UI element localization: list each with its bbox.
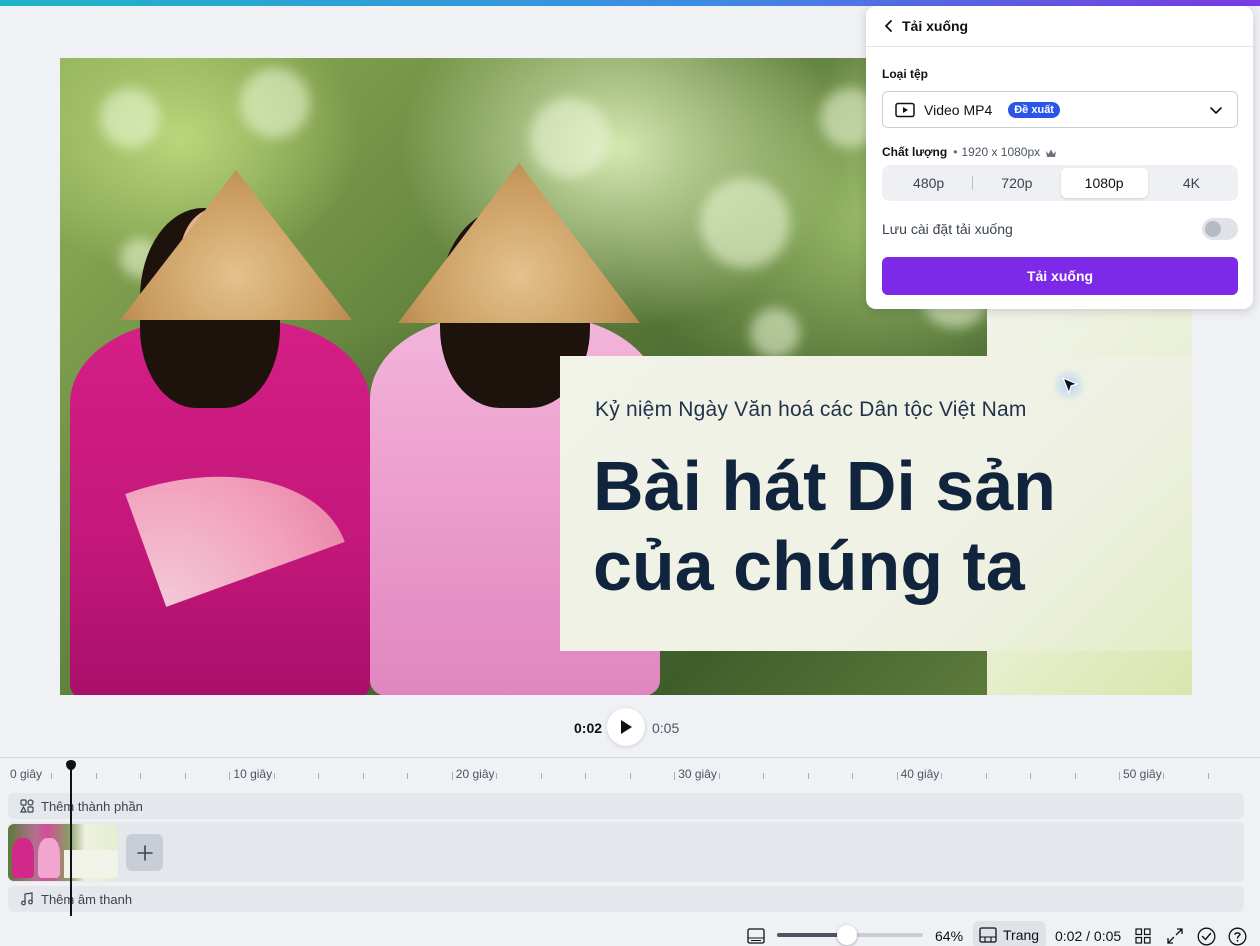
page-layout-icon — [979, 927, 997, 943]
recommended-badge: Đề xuất — [1008, 101, 1060, 118]
zoom-slider[interactable] — [777, 925, 923, 945]
timeline-divider — [0, 757, 1260, 758]
design-title-line-2: của chúng ta — [593, 527, 1025, 605]
mouse-cursor-icon — [1061, 376, 1079, 396]
file-type-value: Video MP4 — [924, 101, 993, 118]
download-panel-header: Tải xuống — [866, 6, 1253, 47]
ruler-minor-tick — [540, 773, 542, 779]
ruler-minor-tick — [985, 773, 987, 779]
grid-view-icon[interactable] — [1133, 926, 1153, 946]
fullscreen-icon[interactable] — [1165, 926, 1185, 946]
ruler-label: 30 giây — [678, 767, 717, 781]
quality-separator: • — [953, 145, 958, 159]
ruler-minor-tick — [140, 773, 142, 779]
add-element-label: Thêm thành phần — [41, 798, 143, 814]
ruler-minor-tick — [941, 773, 943, 779]
save-settings-toggle[interactable] — [1202, 218, 1238, 240]
ruler-major-tick — [896, 772, 898, 780]
quality-header: Chất lượng • 1920 x 1080px — [882, 145, 1057, 159]
add-audio-track[interactable]: Thêm âm thanh — [8, 886, 1244, 912]
ruler-minor-tick — [585, 773, 587, 779]
ruler-minor-tick — [807, 773, 809, 779]
ruler-minor-tick — [273, 773, 275, 779]
add-clip-button[interactable] — [126, 834, 163, 871]
text-card-top-extension — [987, 308, 1192, 356]
time-readout: 0:02 / 0:05 — [1055, 928, 1122, 944]
design-title[interactable]: Bài hát Di sản của chúng ta — [593, 446, 1153, 606]
play-button[interactable] — [607, 708, 645, 746]
ruler-minor-tick — [1074, 773, 1076, 779]
ruler-label: 0 giây — [10, 767, 43, 781]
ruler-major-tick — [451, 772, 453, 780]
video-icon — [895, 102, 915, 118]
page-view-button[interactable]: Trang — [973, 921, 1046, 946]
zoom-slider-handle[interactable] — [837, 925, 858, 945]
save-settings-label: Lưu cài đặt tải xuống — [882, 221, 1013, 237]
ruler-minor-tick — [184, 773, 186, 779]
toggle-knob — [1205, 221, 1221, 237]
design-title-line-1: Bài hát Di sản — [593, 447, 1056, 525]
crown-icon — [1045, 147, 1057, 157]
play-icon — [621, 720, 632, 734]
ruler-minor-tick — [852, 773, 854, 779]
playhead[interactable] — [70, 766, 72, 916]
help-icon[interactable] — [1227, 926, 1247, 946]
quality-segmented-control: 480p 720p 1080p 4K — [882, 165, 1238, 201]
timeline-ruler[interactable]: 0 giây 10 giây 20 giây 30 giây 40 giây 50 giâ… — [0, 762, 1260, 786]
ruler-label: 40 giây — [900, 767, 940, 781]
file-type-dropdown[interactable]: Video MP4 Đề xuất — [882, 91, 1238, 128]
video-clip-track — [8, 822, 1244, 882]
ruler-minor-tick — [1163, 773, 1165, 779]
notes-panel-icon[interactable] — [746, 926, 766, 946]
ruler-minor-tick — [51, 773, 53, 779]
ruler-minor-tick — [1207, 773, 1209, 779]
ruler-label: 50 giây — [1123, 767, 1162, 781]
elements-icon — [20, 799, 34, 813]
quality-label: Chất lượng — [882, 145, 948, 159]
file-type-label: Loại tệp — [882, 67, 929, 81]
quality-option-1080p[interactable]: 1080p — [1060, 168, 1148, 198]
ruler-minor-tick — [362, 773, 364, 779]
add-audio-label: Thêm âm thanh — [41, 891, 133, 907]
ruler-minor-tick — [318, 773, 320, 779]
ruler-minor-tick — [496, 773, 498, 779]
save-settings-row: Lưu cài đặt tải xuống — [882, 218, 1238, 240]
download-button[interactable]: Tải xuống — [882, 257, 1238, 295]
ruler-major-tick — [674, 772, 676, 780]
current-time: 0:02 — [574, 720, 603, 736]
ruler-minor-tick — [407, 773, 409, 779]
quality-option-480p[interactable]: 480p — [885, 168, 972, 198]
add-element-track[interactable]: Thêm thành phần — [8, 793, 1244, 819]
ruler-minor-tick — [1030, 773, 1032, 779]
ruler-label: 10 giây — [233, 767, 273, 781]
video-clip-thumbnail[interactable] — [8, 824, 118, 881]
ruler-minor-tick — [718, 773, 720, 779]
quality-option-4k[interactable]: 4K — [1148, 168, 1235, 198]
ruler-major-tick — [1119, 772, 1120, 780]
download-panel: Tải xuống Loại tệp Video MP4 Đề xuất Chấ… — [866, 6, 1253, 309]
chevron-left-icon[interactable] — [882, 19, 896, 33]
zoom-level[interactable]: 64% — [935, 928, 963, 944]
ruler-minor-tick — [95, 773, 97, 779]
ruler-minor-tick — [763, 773, 765, 779]
music-note-icon — [20, 892, 34, 906]
ruler-label: 20 giây — [455, 767, 495, 781]
chevron-down-icon — [1209, 103, 1223, 117]
download-panel-title: Tải xuống — [902, 18, 969, 34]
check-circle-icon[interactable] — [1196, 926, 1216, 946]
ruler-minor-tick — [629, 773, 631, 779]
plus-icon — [136, 844, 153, 861]
text-card-bottom-extension — [987, 651, 1192, 695]
page-view-label: Trang — [1003, 927, 1040, 943]
design-subtitle[interactable]: Kỷ niệm Ngày Văn hoá các Dân tộc Việt Na… — [595, 398, 1027, 422]
quality-dimensions: 1920 x 1080px — [961, 145, 1041, 159]
total-time: 0:05 — [652, 720, 680, 736]
ruler-major-tick — [229, 772, 231, 780]
quality-option-720p[interactable]: 720p — [973, 168, 1060, 198]
